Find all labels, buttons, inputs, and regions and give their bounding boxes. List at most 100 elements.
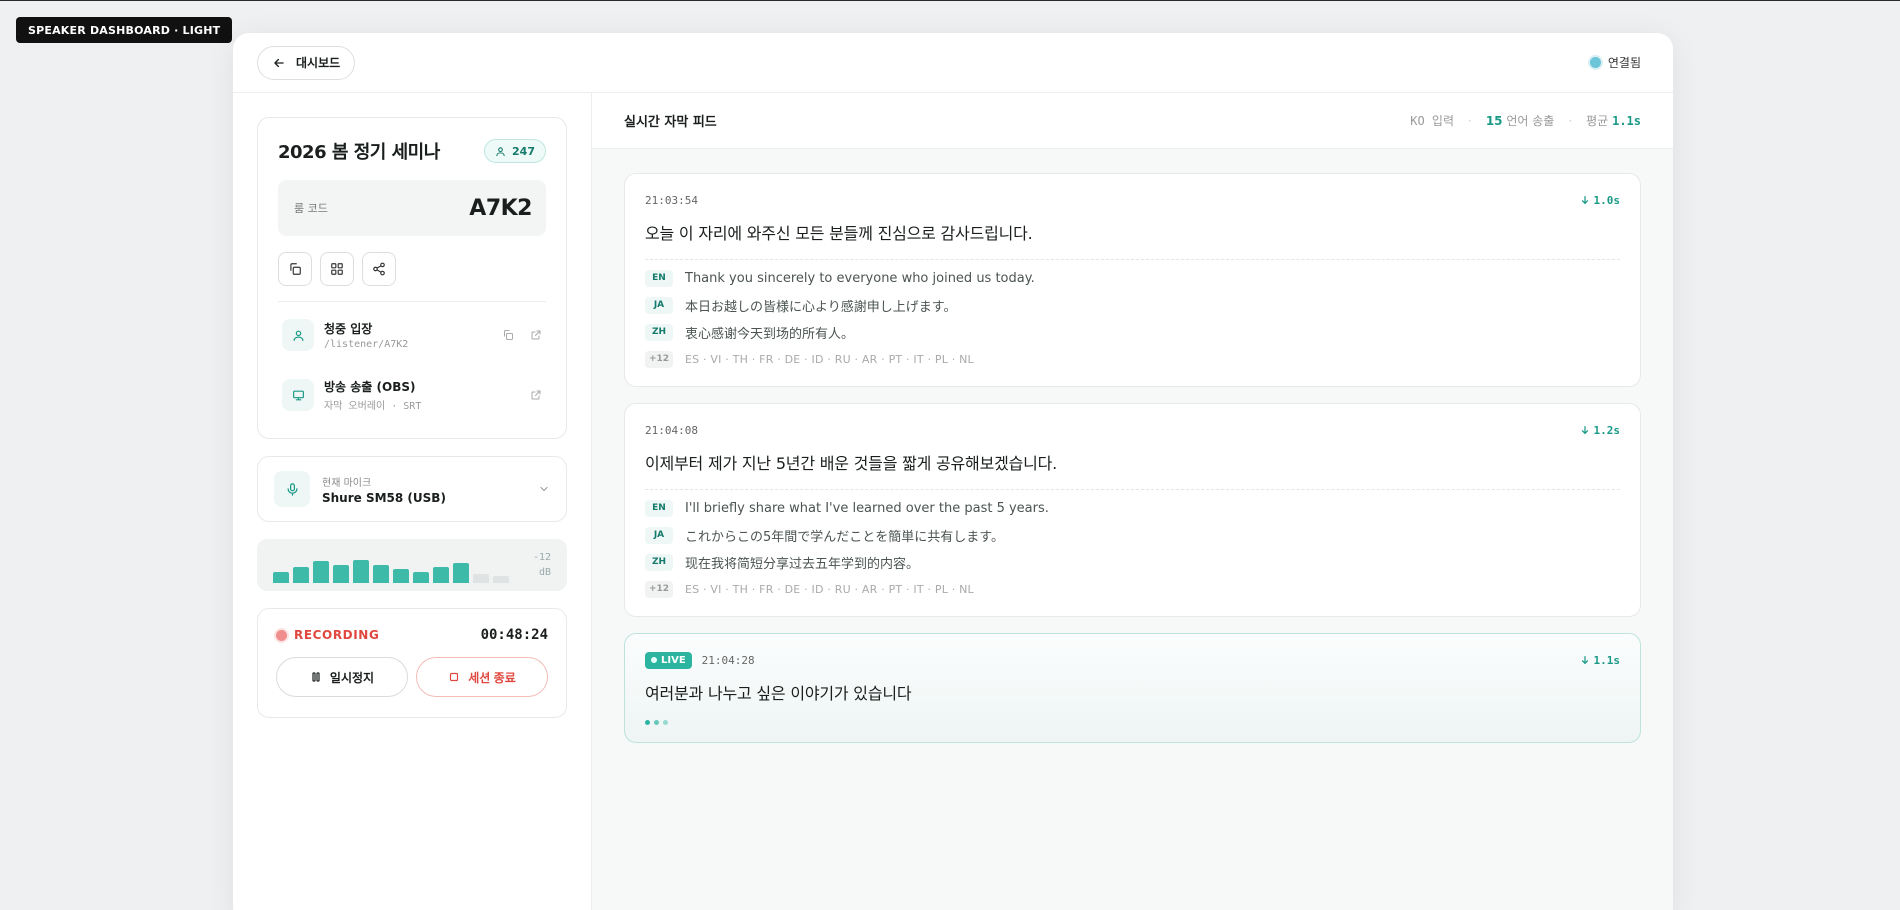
room-code-box: 룸 코드 A7K2	[278, 180, 546, 236]
avg-latency-value: 1.1s	[1612, 114, 1641, 128]
connection-label: 연결됨	[1607, 56, 1641, 70]
copy-icon	[290, 263, 301, 275]
share-button[interactable]	[362, 252, 396, 286]
language-tag: EN	[645, 269, 673, 287]
feed-stats: KO 입력 · 15 언어 송출 · 평균 1.1s	[1410, 112, 1641, 129]
latency-value: 1.0s	[1593, 193, 1621, 207]
share-icon	[373, 262, 385, 276]
live-source-caption: 여러분과 나누고 싶은 이야기가 있습니다	[645, 684, 912, 703]
avg-latency-label: 평균	[1586, 114, 1609, 128]
stats-separator: ·	[1468, 113, 1472, 128]
audience-count: 247	[512, 144, 535, 158]
broadcast-icon-box	[282, 379, 314, 411]
back-to-dashboard-button[interactable]: 대시보드	[257, 45, 356, 80]
event-panel: 2026 봄 정기 세미나 247 룸 코드 A7K2 청중 입장 /liste…	[257, 117, 567, 439]
listener-link-row[interactable]: 청중 입장 /listener/A7K2	[278, 308, 546, 362]
translation-text: 本日お越しの皆様に心より感謝申し上げます。	[685, 299, 957, 315]
qr-code-button[interactable]	[320, 252, 354, 286]
more-languages-row: +12 ES · VI · TH · FR · DE · ID · RU · A…	[645, 580, 1620, 598]
level-bar	[453, 563, 469, 583]
listener-link-title: 청중 입장	[324, 322, 373, 336]
source-caption: 오늘 이 자리에 와주신 모든 분들께 진심으로 감사드립니다.	[645, 224, 1033, 243]
language-tag: EN	[645, 499, 673, 517]
level-bar	[273, 572, 289, 583]
translation-text: 现在我将简短分享过去五年学到的内容。	[685, 556, 920, 572]
grid-icon	[331, 263, 343, 275]
external-link-icon[interactable]	[530, 389, 542, 401]
language-tag: ZH	[645, 553, 673, 571]
level-bar	[493, 576, 509, 583]
room-code: A7K2	[469, 195, 532, 221]
live-badge: LIVE	[645, 651, 692, 669]
latency-value: 1.1s	[1593, 653, 1621, 667]
translation-row: JA これからこの5年間で学んだことを簡単に共有します。	[645, 526, 1620, 545]
latency-value: 1.2s	[1593, 423, 1621, 437]
latency-badge: 1.0s	[1580, 193, 1621, 207]
arrow-down-icon	[1581, 426, 1588, 435]
caption-timestamp: 21:04:08	[645, 423, 698, 437]
translation-text: Thank you sincerely to everyone who join…	[685, 270, 1035, 286]
level-bar	[373, 565, 389, 583]
external-link-icon[interactable]	[530, 329, 542, 341]
broadcast-link-row[interactable]: 방송 송출 (OBS) 자막 오버레이 · SRT	[278, 368, 546, 422]
dashboard-card: 대시보드 연결됨 2026 봄 정기 세미나 247 룸 코드 A7K2 청중 …	[233, 33, 1673, 910]
language-tag: ZH	[645, 323, 673, 341]
mic-selector[interactable]: 현재 마이크 Shure SM58 (USB)	[257, 456, 567, 522]
left-panel: 2026 봄 정기 세미나 247 룸 코드 A7K2 청중 입장 /liste…	[233, 93, 592, 910]
caption-card: 21:04:08 1.2s 이제부터 제가 지난 5년간 배운 것들을 짧게 공…	[624, 403, 1641, 617]
divider	[645, 259, 1620, 260]
feed-title: 실시간 자막 피드	[624, 115, 717, 130]
audio-level-meter: -12 dB	[257, 539, 567, 591]
language-count-stat: 15 언어 송출	[1486, 112, 1555, 129]
input-language: KO 입력	[1410, 114, 1454, 128]
translation-text: I'll briefly share what I've learned ove…	[685, 500, 1049, 516]
caption-card: 21:03:54 1.0s 오늘 이 자리에 와주신 모든 분들께 진심으로 감…	[624, 173, 1641, 387]
pause-button[interactable]: 일시정지	[276, 657, 408, 697]
level-bar	[353, 560, 369, 583]
level-bar	[393, 569, 409, 583]
room-code-label: 룸 코드	[294, 202, 328, 215]
source-caption: 이제부터 제가 지난 5년간 배운 것들을 짧게 공유해보겠습니다.	[645, 454, 1058, 473]
translation-row: EN Thank you sincerely to everyone who j…	[645, 269, 1620, 287]
copy-icon[interactable]	[502, 329, 514, 341]
live-dot-icon	[651, 657, 657, 663]
caption-timestamp: 21:04:28	[701, 653, 755, 667]
user-icon	[496, 146, 505, 156]
pause-icon	[312, 672, 320, 682]
translation-row: EN I'll briefly share what I've learned …	[645, 499, 1620, 517]
copy-button[interactable]	[278, 252, 312, 286]
caption-timestamp: 21:03:54	[645, 193, 698, 207]
stats-separator: ·	[1568, 113, 1573, 128]
status-dot-icon	[1589, 57, 1601, 68]
mic-name: Shure SM58 (USB)	[322, 490, 446, 505]
back-label: 대시보드	[296, 56, 341, 70]
monitor-icon	[292, 390, 304, 400]
end-session-button[interactable]: 세션 종료	[416, 657, 548, 697]
top-rule	[0, 0, 1900, 1]
language-tag: JA	[645, 296, 673, 314]
translation-row: ZH 衷心感谢今天到场的所有人。	[645, 323, 1620, 342]
arrow-left-icon	[274, 58, 284, 67]
db-unit: dB	[538, 567, 551, 578]
more-languages-count: +12	[645, 580, 673, 598]
language-tag: JA	[645, 526, 673, 544]
dashboard-tag: SPEAKER DASHBOARD · LIGHT	[16, 17, 233, 43]
chevron-down-icon	[538, 480, 550, 499]
top-bar: 대시보드 연결됨	[233, 33, 1673, 93]
divider	[645, 489, 1620, 490]
translation-row: JA 本日お越しの皆様に心より感謝申し上げます。	[645, 296, 1620, 315]
db-value: -12	[532, 552, 551, 563]
recording-dot-icon	[276, 629, 287, 641]
room-actions	[278, 252, 546, 302]
pause-label: 일시정지	[329, 670, 375, 685]
more-languages-list: ES · VI · TH · FR · DE · ID · RU · AR · …	[685, 352, 974, 366]
user-icon	[293, 330, 303, 341]
audience-count-badge: 247	[484, 139, 546, 163]
latency-badge: 1.2s	[1580, 423, 1621, 437]
level-bar	[313, 561, 329, 583]
recording-label: RECORDING	[294, 628, 380, 642]
recording-panel: RECORDING 00:48:24 일시정지 세션 종료	[257, 608, 567, 718]
more-languages-list: ES · VI · TH · FR · DE · ID · RU · AR · …	[685, 582, 974, 596]
latency-badge: 1.1s	[1580, 653, 1621, 667]
mic-icon-box	[274, 471, 310, 507]
